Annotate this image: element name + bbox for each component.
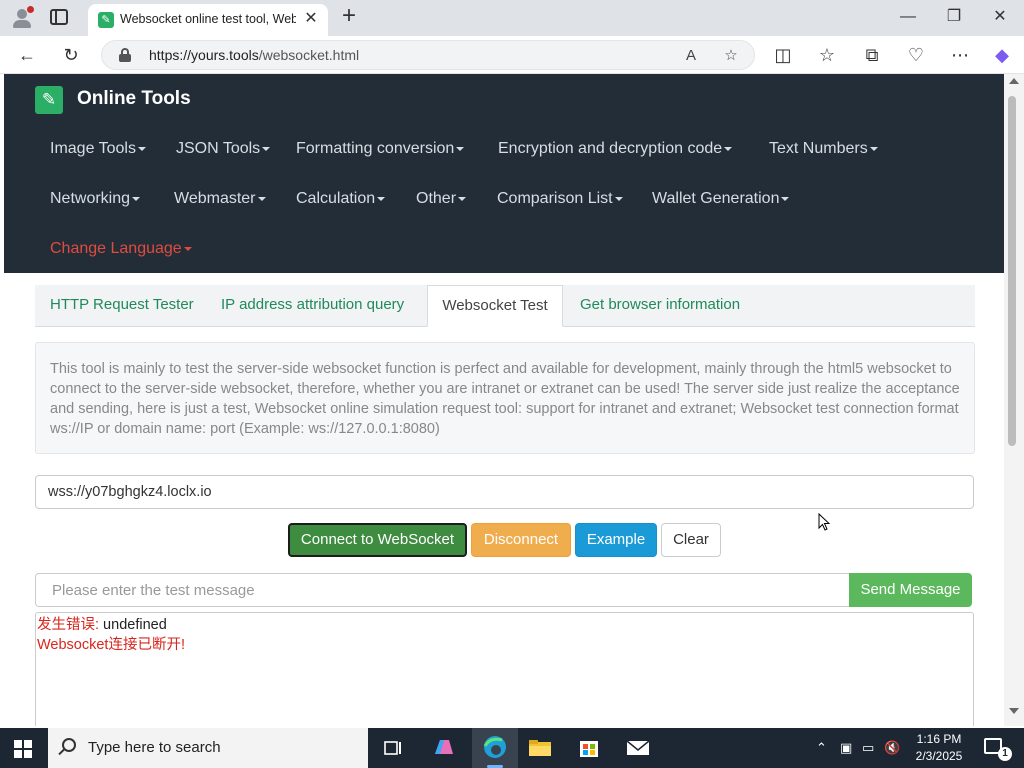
- copilot-taskbar-icon[interactable]: [427, 734, 459, 762]
- windows-taskbar: Type here to search ⌃ ▣ ▭ 🔇 1:16 PM 2/3/…: [0, 728, 1024, 768]
- edge-taskbar-button[interactable]: [472, 728, 518, 768]
- site-favicon-icon: ✎: [98, 12, 114, 28]
- minimize-icon[interactable]: —: [888, 4, 928, 30]
- tool-description: This tool is mainly to test the server-s…: [35, 342, 975, 454]
- taskbar-search-box[interactable]: Type here to search: [48, 728, 368, 768]
- tab-http-request-tester[interactable]: HTTP Request Tester: [50, 285, 194, 327]
- tab-websocket-test[interactable]: Websocket Test: [427, 285, 563, 327]
- menu-networking[interactable]: Networking: [50, 190, 141, 208]
- send-message-button[interactable]: Send Message: [849, 573, 972, 607]
- mail-icon[interactable]: [622, 734, 654, 762]
- collections-icon[interactable]: ⧉: [859, 42, 885, 68]
- show-hidden-icons-icon[interactable]: ⌃: [816, 740, 827, 756]
- back-icon[interactable]: ←: [14, 42, 40, 68]
- split-screen-icon[interactable]: ◫: [770, 42, 796, 68]
- volume-muted-icon[interactable]: 🔇: [884, 740, 900, 756]
- copilot-icon[interactable]: ◆: [989, 42, 1015, 68]
- search-icon: [62, 738, 76, 752]
- restore-icon[interactable]: ❐: [934, 4, 974, 30]
- microsoft-store-icon[interactable]: [573, 734, 605, 762]
- menu-json-tools[interactable]: JSON Tools: [176, 140, 271, 158]
- web-page: ✎ Online Tools Image Tools JSON Tools Fo…: [4, 74, 1004, 726]
- browser-essentials-icon[interactable]: ♡: [903, 42, 929, 68]
- menu-other[interactable]: Other: [416, 190, 467, 208]
- wrench-logo-icon: ✎: [35, 86, 63, 114]
- network-icon[interactable]: ▭: [862, 740, 874, 756]
- address-bar[interactable]: https://yours.tools/websocket.html A ☆: [101, 40, 755, 70]
- browser-tab-active[interactable]: ✎ Websocket online test tool, Webs ✕: [88, 4, 328, 36]
- menu-image-tools[interactable]: Image Tools: [50, 140, 146, 158]
- task-view-icon[interactable]: [376, 734, 408, 762]
- close-tab-icon[interactable]: ✕: [301, 9, 321, 29]
- taskbar-search-placeholder: Type here to search: [88, 739, 221, 756]
- scroll-down-icon[interactable]: [1009, 708, 1019, 714]
- refresh-icon[interactable]: ↻: [58, 42, 84, 68]
- notification-center-icon[interactable]: 1: [984, 738, 1012, 761]
- caret-down-icon: [458, 196, 467, 201]
- caret-down-icon: [781, 196, 790, 201]
- clock-date: 2/3/2025: [915, 749, 963, 763]
- edge-icon: [483, 736, 506, 758]
- menu-wallet-generation[interactable]: Wallet Generation: [652, 190, 790, 208]
- menu-calculation[interactable]: Calculation: [296, 190, 386, 208]
- log-error-label: 发生错误:: [37, 617, 100, 633]
- clear-button[interactable]: Clear: [661, 523, 721, 557]
- log-line: 发生错误: undefined: [37, 615, 973, 635]
- notification-count-badge: 1: [998, 747, 1012, 761]
- new-tab-icon[interactable]: +: [338, 4, 360, 28]
- menu-text-numbers[interactable]: Text Numbers: [769, 140, 878, 158]
- caret-down-icon: [183, 246, 192, 251]
- menu-encryption[interactable]: Encryption and decryption code: [498, 140, 733, 158]
- caret-down-icon: [869, 146, 878, 151]
- browser-tab-title: Websocket online test tool, Webs: [120, 12, 296, 26]
- close-window-icon[interactable]: ✕: [980, 4, 1020, 30]
- caret-down-icon: [456, 146, 465, 151]
- caret-down-icon: [724, 146, 733, 151]
- caret-down-icon: [377, 196, 386, 201]
- menu-comparison-list[interactable]: Comparison List: [497, 190, 623, 208]
- disconnect-button[interactable]: Disconnect: [471, 523, 571, 557]
- url-text[interactable]: https://yours.tools/websocket.html: [149, 47, 359, 63]
- browser-toolbar: ← ↻ https://yours.tools/websocket.html A…: [0, 36, 1024, 74]
- site-navbar: ✎ Online Tools Image Tools JSON Tools Fo…: [4, 74, 1004, 273]
- clock-time: 1:16 PM: [916, 732, 962, 746]
- lock-icon[interactable]: [119, 48, 131, 62]
- caret-down-icon: [257, 196, 266, 201]
- more-menu-icon[interactable]: ⋯: [947, 42, 973, 68]
- mouse-cursor-icon: [818, 513, 830, 531]
- caret-down-icon: [614, 196, 623, 201]
- menu-webmaster[interactable]: Webmaster: [174, 190, 266, 208]
- taskbar-clock[interactable]: 1:16 PM 2/3/2025: [912, 731, 966, 765]
- device-icon[interactable]: ▣: [840, 740, 852, 756]
- profile-icon[interactable]: [10, 6, 34, 30]
- caret-down-icon: [137, 146, 146, 151]
- page-scrollbar[interactable]: [1004, 74, 1024, 726]
- websocket-url-input[interactable]: [35, 475, 974, 509]
- favorite-star-icon[interactable]: ☆: [720, 45, 742, 67]
- read-aloud-icon[interactable]: A: [680, 45, 702, 67]
- tool-tabs: HTTP Request Tester IP address attributi…: [35, 285, 975, 327]
- browser-title-bar: ✎ Websocket online test tool, Webs ✕ + —…: [0, 0, 1024, 36]
- log-error-value: undefined: [99, 617, 167, 633]
- favorites-icon[interactable]: ☆: [814, 42, 840, 68]
- tab-ip-address-query[interactable]: IP address attribution query: [221, 285, 404, 327]
- message-log[interactable]: 发生错误: undefined Websocket连接已断开!: [35, 612, 974, 726]
- test-message-input[interactable]: [35, 573, 851, 607]
- scroll-up-icon[interactable]: [1009, 78, 1019, 84]
- file-explorer-icon[interactable]: [524, 734, 556, 762]
- example-button[interactable]: Example: [575, 523, 657, 557]
- caret-down-icon: [132, 196, 141, 201]
- log-line: Websocket连接已断开!: [37, 637, 185, 653]
- caret-down-icon: [262, 146, 271, 151]
- tab-browser-information[interactable]: Get browser information: [580, 285, 740, 327]
- scrollbar-thumb[interactable]: [1008, 96, 1016, 446]
- windows-start-icon[interactable]: [14, 740, 32, 758]
- menu-formatting-conversion[interactable]: Formatting conversion: [296, 140, 465, 158]
- brand-name: Online Tools: [77, 88, 191, 109]
- tab-actions-icon[interactable]: [50, 9, 68, 25]
- menu-change-language[interactable]: Change Language: [50, 240, 192, 258]
- connect-button[interactable]: Connect to WebSocket: [288, 523, 467, 557]
